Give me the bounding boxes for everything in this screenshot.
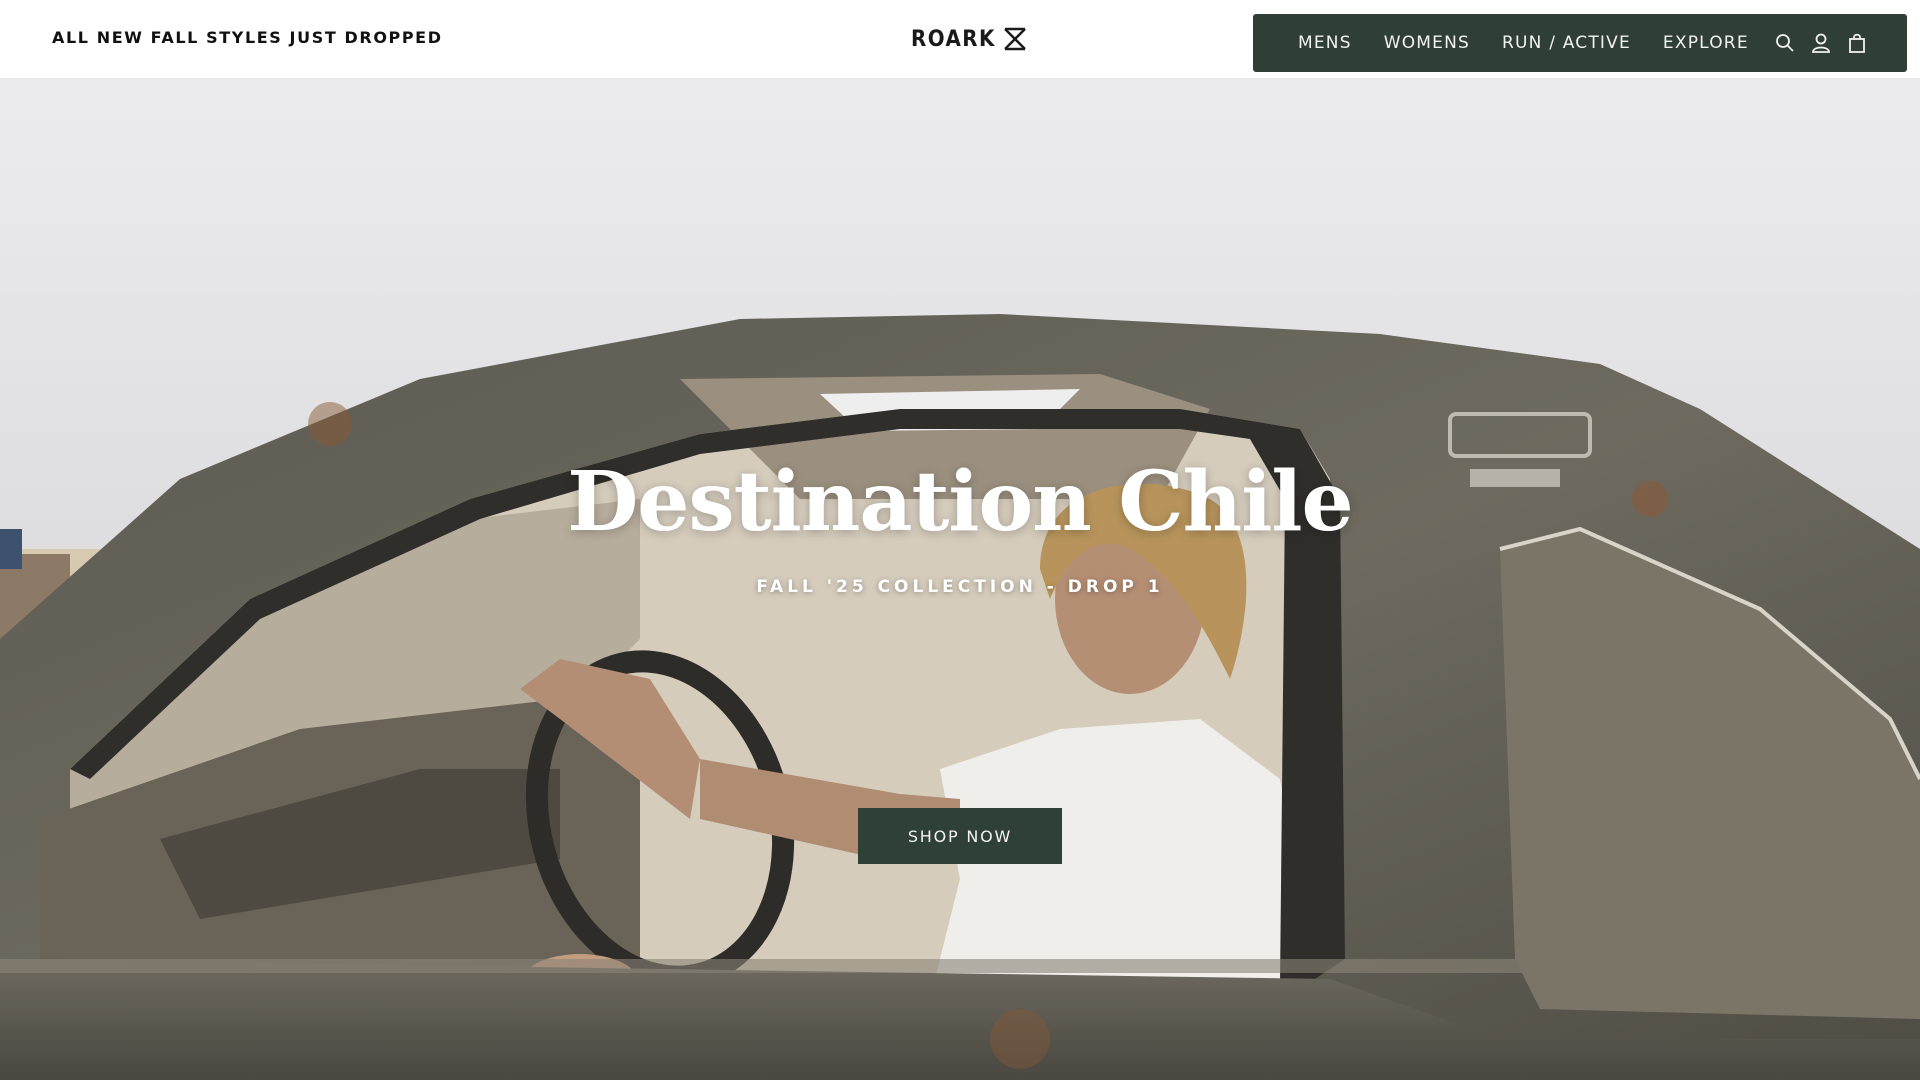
shop-now-button[interactable]: SHOP NOW <box>858 808 1062 864</box>
brand-mark-icon <box>1004 27 1026 51</box>
hero-banner: Destination Chile FALL '25 COLLECTION - … <box>0 79 1920 1080</box>
nav-item-explore[interactable]: EXPLORE <box>1663 33 1749 53</box>
account-icon[interactable] <box>1811 32 1831 54</box>
nav-item-womens[interactable]: WOMENS <box>1384 33 1470 53</box>
brand-logo[interactable]: ROARK <box>911 24 1028 54</box>
nav-icon-group <box>1775 32 1867 54</box>
search-icon[interactable] <box>1775 32 1795 54</box>
top-header: ALL NEW FALL STYLES JUST DROPPED ROARK M… <box>0 0 1920 79</box>
announcement-text[interactable]: ALL NEW FALL STYLES JUST DROPPED <box>52 28 443 47</box>
brand-logo-text: ROARK <box>911 26 996 52</box>
nav-item-mens[interactable]: MENS <box>1298 33 1352 53</box>
main-nav: MENS WOMENS RUN / ACTIVE EXPLORE <box>1253 14 1907 72</box>
cart-icon[interactable] <box>1847 32 1867 54</box>
hero-subtitle: FALL '25 COLLECTION - DROP 1 <box>756 577 1164 597</box>
nav-item-run-active[interactable]: RUN / ACTIVE <box>1502 33 1631 53</box>
hero-title: Destination Chile <box>567 454 1353 550</box>
